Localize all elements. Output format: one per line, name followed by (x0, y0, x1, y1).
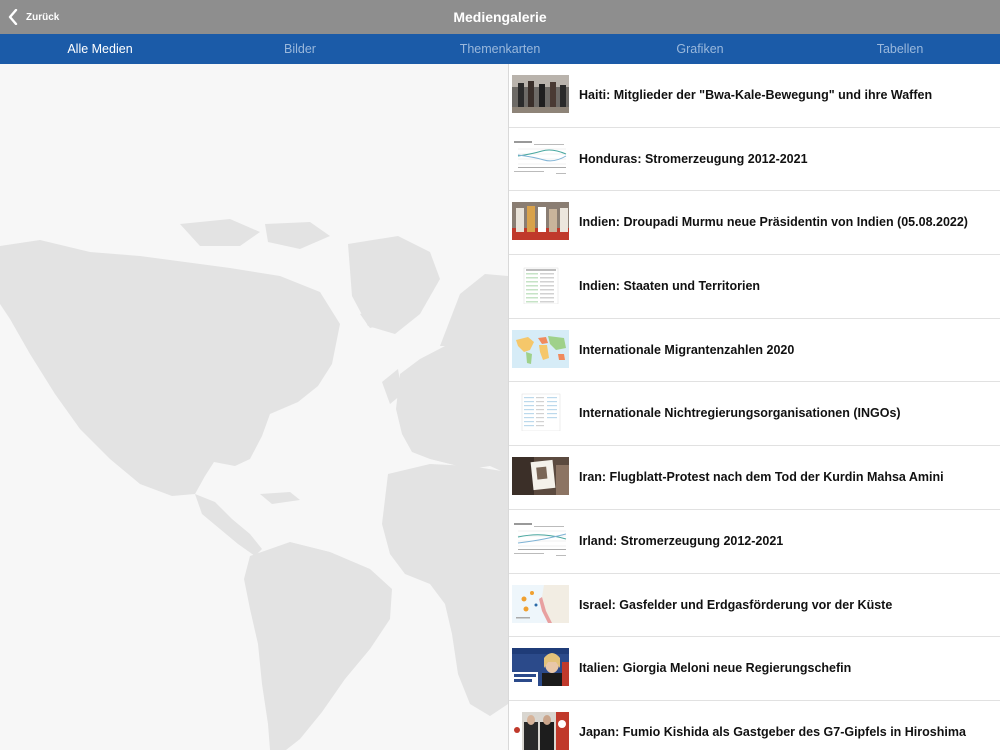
media-list-item[interactable]: Internationale Migrantenzahlen 2020 (509, 319, 1000, 383)
media-item-title: Iran: Flugblatt-Protest nach dem Tod der… (579, 470, 944, 485)
tab-themenkarten[interactable]: Themenkarten (400, 34, 600, 64)
back-label: Zurück (26, 11, 60, 23)
media-list-item[interactable]: Israel: Gasfelder und Erdgasförderung vo… (509, 574, 1000, 638)
media-list-item[interactable]: Indien: Staaten und Territorien (509, 255, 1000, 319)
world-map-icon (0, 219, 508, 750)
photo-icon (512, 202, 569, 241)
media-item-title: Indien: Droupadi Murmu neue Präsidentin … (579, 215, 968, 230)
tab-bilder[interactable]: Bilder (200, 34, 400, 64)
chevron-left-icon (8, 9, 18, 25)
photo-icon (512, 648, 569, 687)
media-list-item[interactable]: Internationale Nichtregierungsorganisati… (509, 382, 1000, 447)
media-list-item[interactable]: Iran: Flugblatt-Protest nach dem Tod der… (509, 446, 1000, 510)
media-item-title: Italien: Giorgia Meloni neue Regierungsc… (579, 661, 852, 676)
thematic-map-icon (512, 329, 569, 368)
media-list-item[interactable]: Italien: Giorgia Meloni neue Regierungsc… (509, 637, 1000, 701)
media-item-title: Internationale Nichtregierungsorganisati… (579, 406, 901, 421)
page-title: Mediengalerie (453, 9, 547, 25)
media-list: Haiti: Mitglieder der "Bwa-Kale-Bewegung… (509, 64, 1000, 750)
media-item-title: Japan: Fumio Kishida als Gastgeber des G… (579, 724, 966, 739)
media-list-item[interactable]: Honduras: Stromerzeugung 2012-2021 (509, 128, 1000, 192)
media-item-title: Indien: Staaten und Territorien (579, 279, 761, 294)
media-list-item[interactable]: Japan: Fumio Kishida als Gastgeber des G… (509, 701, 1000, 750)
filter-tab-bar: Alle Medien Bilder Themenkarten Grafiken… (0, 34, 1000, 64)
media-list-item[interactable]: Haiti: Mitglieder der "Bwa-Kale-Bewegung… (509, 64, 1000, 128)
photo-icon (512, 75, 569, 113)
media-item-title: Israel: Gasfelder und Erdgasförderung vo… (579, 597, 893, 612)
media-item-title: Haiti: Mitglieder der "Bwa-Kale-Bewegung… (579, 88, 933, 102)
top-bar: Zurück Mediengalerie (0, 0, 1000, 34)
thematic-map-icon (512, 584, 569, 623)
back-button[interactable]: Zurück (8, 0, 59, 34)
tab-grafiken[interactable]: Grafiken (600, 34, 800, 64)
photo-icon (512, 711, 569, 750)
photo-icon (512, 457, 569, 496)
world-map[interactable] (0, 64, 508, 750)
media-item-title: Irland: Stromerzeugung 2012-2021 (579, 533, 784, 548)
line-chart-icon (512, 138, 569, 177)
tab-alle-medien[interactable]: Alle Medien (0, 34, 200, 64)
media-item-title: Honduras: Stromerzeugung 2012-2021 (579, 151, 808, 166)
media-list-item[interactable]: Indien: Droupadi Murmu neue Präsidentin … (509, 191, 1000, 256)
media-list-item[interactable]: Irland: Stromerzeugung 2012-2021 (509, 510, 1000, 574)
table-icon (512, 266, 569, 305)
table-icon (512, 393, 569, 432)
line-chart-icon (512, 520, 569, 559)
tab-tabellen[interactable]: Tabellen (800, 34, 1000, 64)
media-item-title: Internationale Migrantenzahlen 2020 (579, 342, 795, 357)
